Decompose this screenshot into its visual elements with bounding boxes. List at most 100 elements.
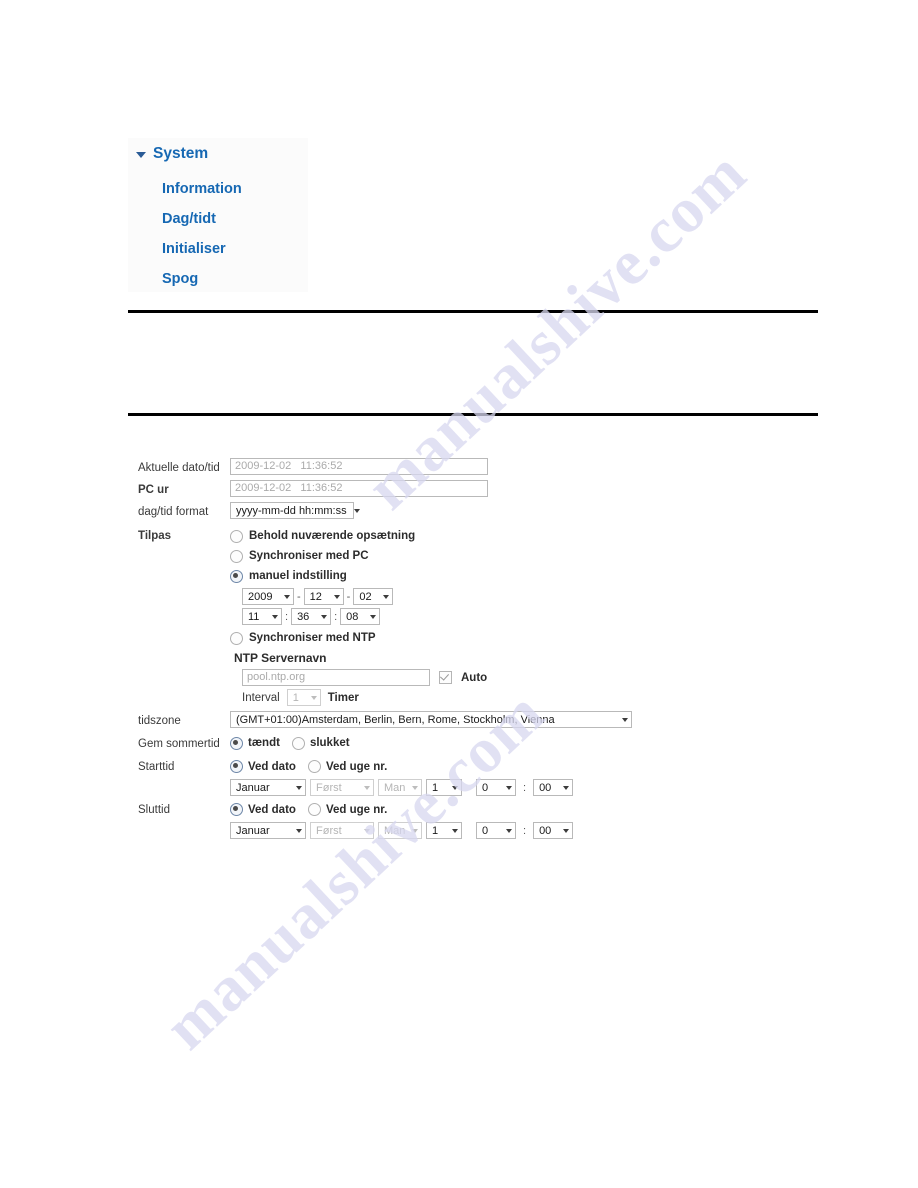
end-month-select[interactable]: Januar	[230, 822, 306, 839]
label-end-time: Sluttid	[138, 804, 170, 816]
start-minute-select[interactable]: 00	[533, 779, 574, 796]
radio-sync-pc[interactable]: Synchroniser med PC	[230, 546, 838, 566]
radio-sync-ntp-label: Synchroniser med NTP	[249, 632, 376, 644]
radio-icon[interactable]	[230, 760, 243, 773]
date-separator: -	[297, 590, 301, 603]
ntp-servername-title: NTP Servernavn	[234, 651, 327, 665]
hour-select[interactable]: 11	[242, 608, 282, 625]
second-select[interactable]: 08	[340, 608, 381, 625]
label-start-time: Starttid	[138, 761, 175, 773]
sidebar-item-initialiser[interactable]: Initialiser	[162, 234, 242, 264]
radio-icon[interactable]	[307, 803, 321, 816]
start-ordinal-select[interactable]: Først	[310, 779, 374, 796]
start-weekday-select[interactable]: Man	[378, 779, 422, 796]
timezone-value: (GMT+01:00)Amsterdam, Berlin, Bern, Rome…	[236, 713, 555, 726]
radio-start-by-week-label: Ved uge nr.	[325, 760, 388, 773]
start-hour-select[interactable]: 0	[476, 779, 516, 796]
radio-end-by-week-label: Ved uge nr.	[325, 803, 388, 816]
radio-icon[interactable]	[291, 736, 305, 750]
datetime-format-value: yyyy-mm-dd hh:mm:ss	[236, 504, 347, 517]
end-day-value: 1	[432, 824, 439, 837]
radio-icon[interactable]	[230, 736, 243, 750]
chevron-down-icon	[506, 785, 512, 790]
chevron-down-icon	[296, 828, 302, 833]
sidebar-children: Information Dag/tidt Initialiser Spog	[162, 174, 242, 294]
second-value: 08	[346, 610, 359, 623]
interval-select[interactable]: 1	[286, 689, 321, 706]
radio-start-by-date[interactable]: Ved dato	[230, 760, 296, 773]
timezone-select[interactable]: (GMT+01:00)Amsterdam, Berlin, Bern, Rome…	[230, 711, 632, 728]
datetime-format-select[interactable]: yyyy-mm-dd hh:mm:ss	[230, 502, 360, 519]
datetime-settings-form: Aktuelle dato/tid 2009-12-02 11:36:52 PC…	[138, 458, 838, 842]
radio-dst-off[interactable]: slukket	[291, 736, 350, 750]
radio-dst-on[interactable]: tændt	[230, 736, 280, 750]
start-time-mode-options: Ved dato Ved uge nr.	[230, 757, 838, 776]
month-select[interactable]: 12	[303, 588, 344, 605]
radio-end-by-week[interactable]: Ved uge nr.	[307, 803, 388, 816]
radio-icon[interactable]	[230, 529, 243, 543]
radio-start-by-week[interactable]: Ved uge nr.	[307, 760, 388, 773]
chevron-down-icon	[506, 828, 512, 833]
radio-keep-current-label: Behold nuværende opsætning	[249, 530, 416, 542]
caret-down-icon[interactable]	[136, 152, 146, 158]
auto-checkbox[interactable]	[439, 671, 452, 684]
sidebar-item-system[interactable]: System	[136, 145, 208, 163]
radio-keep-current[interactable]: Behold nuværende opsætning	[230, 526, 838, 546]
ntp-server-input[interactable]: pool.ntp.org	[242, 669, 430, 686]
end-minute-select[interactable]: 00	[533, 822, 574, 839]
chevron-down-icon	[364, 785, 370, 790]
year-select[interactable]: 2009	[242, 588, 294, 605]
row-current-datetime: Aktuelle dato/tid 2009-12-02 11:36:52	[138, 458, 838, 477]
end-weekday-select[interactable]: Man	[378, 822, 422, 839]
date-separator: -	[346, 590, 351, 603]
radio-icon[interactable]	[230, 631, 243, 645]
radio-end-by-date[interactable]: Ved dato	[230, 803, 296, 816]
row-start-time: Starttid Ved dato Ved uge nr. Januar Før…	[138, 757, 838, 796]
start-month-select[interactable]: Januar	[230, 779, 306, 796]
interval-value: 1	[292, 691, 299, 704]
interval-label: Interval	[242, 691, 280, 704]
manual-date-pickers: 2009 - 12 - 02	[242, 588, 838, 605]
radio-icon[interactable]	[230, 569, 243, 583]
day-select[interactable]: 02	[353, 588, 394, 605]
chevron-down-icon	[452, 785, 458, 790]
end-hour-select[interactable]: 0	[476, 822, 516, 839]
chevron-down-icon	[310, 695, 317, 700]
label-current-datetime: Aktuelle dato/tid	[138, 462, 220, 474]
row-datetime-format: dag/tid format yyyy-mm-dd hh:mm:ss	[138, 502, 838, 521]
row-timezone: tidszone (GMT+01:00)Amsterdam, Berlin, B…	[138, 711, 838, 730]
end-ordinal-select[interactable]: Først	[310, 822, 374, 839]
radio-manual[interactable]: manuel indstilling	[230, 566, 838, 586]
start-time-pickers: Januar Først Man 1 0: 00	[230, 779, 838, 796]
sidebar-item-dagtidt[interactable]: Dag/tidt	[162, 204, 242, 234]
sidebar-root-label: System	[153, 145, 209, 162]
sidebar-item-information[interactable]: Information	[162, 174, 242, 204]
row-adjust: Tilpas Behold nuværende opsætning Synchr…	[138, 526, 838, 708]
chevron-down-icon	[353, 508, 360, 513]
end-ordinal-value: Først	[316, 824, 342, 837]
minute-value: 36	[297, 610, 310, 623]
start-day-select[interactable]: 1	[426, 779, 462, 796]
radio-start-by-date-label: Ved dato	[248, 760, 296, 773]
time-separator: :	[523, 824, 527, 837]
horizontal-rule-bottom	[128, 413, 818, 416]
time-separator: :	[285, 610, 289, 623]
end-day-select[interactable]: 1	[426, 822, 462, 839]
end-time-mode-options: Ved dato Ved uge nr.	[230, 800, 838, 819]
chevron-down-icon	[333, 594, 340, 599]
chevron-down-icon	[452, 828, 458, 833]
sidebar-item-spog[interactable]: Spog	[162, 264, 242, 294]
chevron-down-icon	[321, 614, 328, 619]
radio-sync-ntp[interactable]: Synchroniser med NTP	[230, 628, 838, 648]
minute-select[interactable]: 36	[291, 608, 332, 625]
radio-icon[interactable]	[307, 760, 321, 773]
pc-clock-field: 2009-12-02 11:36:52	[230, 480, 488, 497]
auto-label: Auto	[461, 671, 488, 684]
radio-icon[interactable]	[230, 803, 243, 816]
radio-icon[interactable]	[230, 549, 243, 563]
hours-label: Timer	[327, 691, 359, 704]
ntp-interval-line: Interval 1 Timer	[242, 687, 838, 708]
start-day-value: 1	[432, 781, 439, 794]
label-timezone: tidszone	[138, 715, 181, 727]
radio-dst-off-label: slukket	[309, 737, 350, 749]
